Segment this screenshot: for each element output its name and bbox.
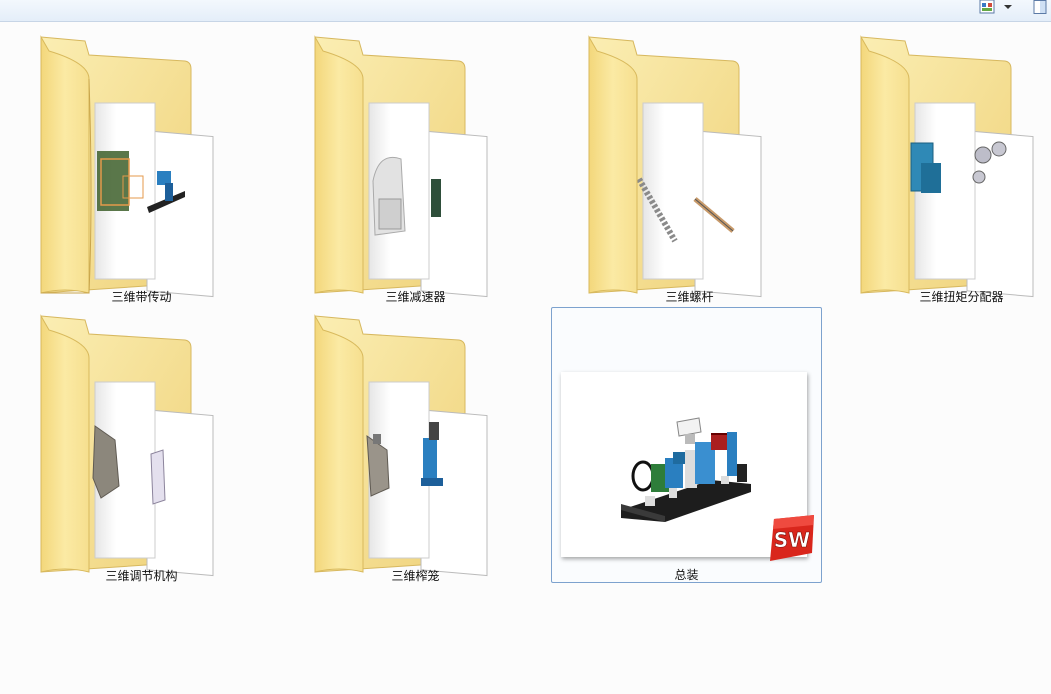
folder-item-screw[interactable]: 三维螺杆: [554, 22, 825, 304]
toolbar: [0, 0, 1051, 22]
item-label: 三维扭矩分配器: [919, 290, 1004, 304]
folder-icon: [314, 35, 488, 298]
folder-item-adjusting-mechanism[interactable]: 三维调节机构: [6, 301, 277, 583]
item-label: 三维调节机构: [105, 569, 178, 583]
folder-icon: [40, 35, 214, 298]
folder-item-belt-drive[interactable]: 三维带传动: [6, 22, 277, 304]
solidworks-icon: SW: [770, 515, 814, 561]
folder-item-press-cage[interactable]: 三维榨笼: [280, 301, 551, 583]
file-item-final-assembly[interactable]: SW 总装: [551, 307, 822, 583]
folder-item-reducer[interactable]: 三维减速器: [280, 22, 551, 304]
preview-pane-icon[interactable]: [1033, 0, 1047, 14]
item-label: 三维螺杆: [665, 290, 714, 304]
folder-icon: [40, 314, 214, 577]
item-label: 三维榨笼: [391, 569, 440, 583]
folder-icon: [588, 35, 762, 298]
sw-badge-text: SW: [774, 528, 810, 552]
assembly-thumbnail: SW: [561, 372, 814, 561]
item-label: 总装: [674, 568, 699, 582]
folder-icon: [314, 314, 488, 577]
change-view-icon[interactable]: [979, 0, 995, 14]
dropdown-arrow-icon[interactable]: [1002, 1, 1014, 13]
folder-icon: [860, 35, 1034, 298]
folder-item-torque-distributor[interactable]: 三维扭矩分配器: [826, 22, 1051, 304]
